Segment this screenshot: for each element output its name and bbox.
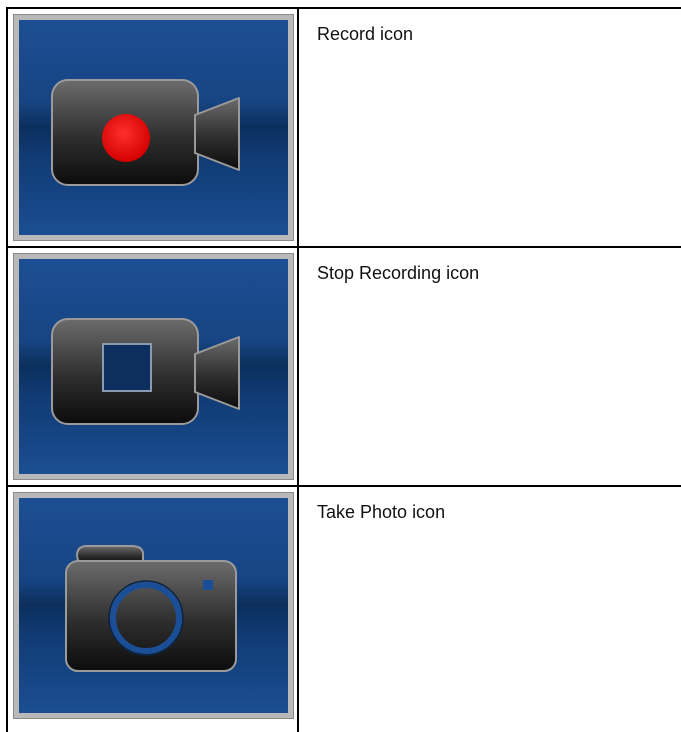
icon-cell bbox=[6, 7, 299, 248]
description-cell: Stop Recording icon bbox=[297, 246, 681, 487]
icon-label: Take Photo icon bbox=[317, 502, 446, 522]
video-camera-stop-icon bbox=[51, 318, 240, 425]
video-camera-record-icon bbox=[51, 79, 240, 186]
icon-tile-frame bbox=[13, 253, 294, 480]
description-cell: Record icon bbox=[297, 7, 681, 248]
icon-label: Record icon bbox=[317, 24, 414, 44]
table-row: Take Photo icon bbox=[6, 485, 681, 732]
icon-cell bbox=[6, 485, 299, 732]
table-row: Record icon bbox=[6, 7, 681, 248]
icon-tile-frame bbox=[13, 492, 294, 719]
stop-recording-button[interactable] bbox=[19, 259, 288, 474]
icon-cell bbox=[6, 246, 299, 487]
icon-label: Stop Recording icon bbox=[317, 263, 480, 283]
record-button[interactable] bbox=[19, 20, 288, 235]
icon-description-table: Record icon Stop Recording icon Take Pho… bbox=[6, 7, 681, 732]
table-row: Stop Recording icon bbox=[6, 246, 681, 487]
description-cell: Take Photo icon bbox=[297, 485, 681, 732]
photo-camera-icon bbox=[65, 545, 237, 672]
take-photo-button[interactable] bbox=[19, 498, 288, 713]
icon-tile-frame bbox=[13, 14, 294, 241]
